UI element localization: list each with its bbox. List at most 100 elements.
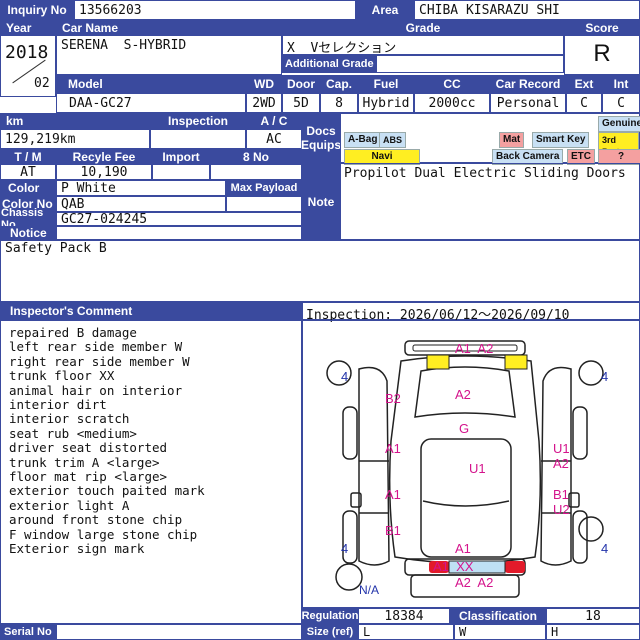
mark-a1-left2: A1 [385, 487, 401, 502]
comment-line: interior scratch [9, 411, 130, 427]
classification-label: Classification [450, 608, 546, 624]
grade-box: X Vセレクション [282, 35, 564, 56]
inquiry-label: Inquiry No [0, 0, 74, 20]
comment-line: seat rub <medium> [9, 425, 137, 441]
mark-b1-left: B1 [385, 523, 401, 538]
door-label: Door [282, 75, 320, 93]
note-text: Propilot Dual Electric Sliding Doors [344, 166, 626, 181]
notice-spacer [56, 226, 302, 240]
mark-b1-right: B1 [553, 487, 569, 502]
eight-no-value [210, 164, 302, 180]
max-payload-label: Max Payload [226, 180, 302, 196]
mark-rear-top: A1 A2 [455, 341, 494, 356]
damage-diagram: A1 A2 B2 A2 G A1 U1 A2 U1 A1 B1 U2 B1 A1… [302, 320, 640, 608]
mark-b2: B2 [385, 391, 401, 406]
comment-line: driver seat distorted [9, 440, 168, 456]
color-label: Color [0, 180, 56, 196]
spare-mark: N/A [359, 583, 380, 597]
tire-fl-mark: 4 [341, 541, 349, 556]
abs-tag: ABS [379, 132, 407, 148]
mark-a1-left: A1 [385, 441, 401, 456]
year-box: 2018 02 [0, 35, 56, 97]
car-name-value: SERENA S-HYBRID [61, 38, 187, 53]
inspection-value [150, 129, 246, 149]
mark-u1-right: U1 [553, 441, 570, 456]
import-label: Import [152, 149, 210, 164]
car-name-box: SERENA S-HYBRID [56, 35, 282, 75]
car-record-label: Car Record [490, 75, 566, 93]
tire-fr-mark: 4 [601, 541, 609, 556]
comment-line: exterior touch paited mark [9, 483, 205, 499]
comment-line: floor mat rip <large> [9, 469, 168, 485]
notice-box: Safety Pack B [0, 240, 640, 302]
year-label: Year [0, 20, 56, 35]
mark-front-a2: A2 A2 [455, 575, 494, 590]
km-label: km [0, 113, 150, 129]
additional-grade-label: Additional Grade [282, 55, 376, 73]
comment-line: trunk trim A <large> [9, 454, 160, 470]
notice-text: Safety Pack B [5, 241, 107, 256]
notice-label: Notice [0, 226, 56, 240]
wd-value: 2WD [246, 93, 282, 113]
score-label: Score [564, 20, 640, 35]
inspection-period-box: Inspection: 2026/06/12〜2026/09/10 [302, 302, 640, 323]
cc-label: CC [414, 75, 490, 93]
max-payload-value [226, 196, 302, 212]
area-value: CHIBA KISARAZU SHI [414, 0, 640, 20]
docs-label: Docs [306, 124, 336, 138]
mark-a2-rear: A2 [455, 387, 471, 402]
cap-label: Cap. [320, 75, 358, 93]
regulation-label: Regulation [301, 608, 359, 624]
size-w-value: W [454, 624, 546, 640]
tire-rl-mark: 4 [341, 369, 349, 384]
fuel-label: Fuel [358, 75, 414, 93]
ac-label: A / C [246, 113, 302, 129]
comment-line: F window large stone chip [9, 526, 198, 542]
size-ref-label: Size (ref) [302, 624, 358, 640]
comment-line: around front stone chip [9, 512, 183, 528]
chassis-no-label: Chassis No [0, 207, 56, 231]
comment-line: exterior light A [9, 497, 130, 513]
cc-value: 2000cc [414, 93, 490, 113]
score-value: R [593, 40, 611, 67]
equips-panel: A-Bag ABS Mat Smart Key Genuine 3rd Part… [340, 113, 640, 165]
comment-lines: repaired B damage left rear side member W… [9, 325, 301, 557]
comment-line: trunk floor XX [9, 368, 115, 384]
tm-label: T / M [0, 149, 56, 164]
note-label: Note [302, 163, 340, 240]
comment-line: interior dirt [9, 397, 107, 413]
model-value: DAA-GC27 [56, 93, 246, 113]
car-name-label: Car Name [56, 20, 282, 35]
mat-tag: Mat [499, 132, 525, 148]
serial-no-label: Serial No [0, 624, 56, 640]
fuel-value: Hybrid [358, 93, 414, 113]
mark-a2-right: A2 [553, 456, 569, 471]
car-record-value: Personal [490, 93, 566, 113]
additional-grade-value [376, 55, 564, 73]
inquiry-number: 13566203 [74, 0, 356, 20]
area-label: Area [356, 0, 414, 20]
size-h-value: H [546, 624, 640, 640]
int-value: C [602, 93, 640, 113]
mark-a1-front: A1 [455, 541, 471, 556]
comment-line: animal hair on interior [9, 382, 183, 398]
chassis-no-value: GC27-024245 [56, 212, 302, 226]
cap-value: 8 [320, 93, 358, 113]
recycle-fee-label: Recyle Fee [56, 149, 152, 164]
serial-no-value [56, 624, 302, 640]
comment-line: Exterior sign mark [9, 541, 145, 557]
regulation-value: 18384 [358, 608, 450, 624]
ext-label: Ext [566, 75, 602, 93]
mark-u2-right: U2 [553, 502, 570, 517]
eight-no-label: 8 No [210, 149, 302, 164]
comment-line: left rear side member W [9, 339, 183, 355]
inspection-label: Inspection [150, 113, 246, 129]
grade-label: Grade [282, 20, 564, 35]
comment-line: repaired B damage [9, 325, 137, 340]
door-value: 5D [282, 93, 320, 113]
recycle-fee-value: 10,190 [56, 164, 152, 180]
color-value: P White [56, 180, 226, 196]
note-box: Propilot Dual Electric Sliding Doors [340, 163, 640, 240]
docs-equips-label: Docs Equips [301, 113, 341, 163]
abag-tag: A-Bag [344, 132, 382, 148]
